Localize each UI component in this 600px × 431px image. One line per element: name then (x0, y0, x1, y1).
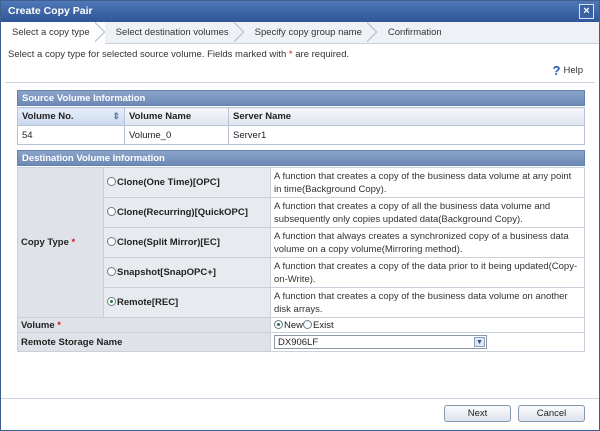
option-description: A function that always creates a synchro… (270, 227, 585, 258)
option-remote[interactable]: Remote[REC] (103, 287, 271, 318)
chevron-right-icon (367, 22, 377, 44)
remote-storage-select[interactable]: DX906LF ▼ (274, 335, 487, 349)
remote-storage-label: Remote Storage Name (17, 332, 271, 352)
destination-section-header: Destination Volume Information (17, 150, 585, 166)
step-label: Select destination volumes (115, 27, 229, 38)
cancel-button[interactable]: Cancel (518, 405, 585, 422)
label-text: Copy Type (21, 237, 69, 248)
instruction-text: Select a copy type for selected source v… (8, 49, 349, 60)
option-label: Clone(Split Mirror)[EC] (117, 237, 220, 248)
step-label: Confirmation (387, 27, 442, 38)
sort-icon: ⇕ (112, 111, 120, 121)
required-star: * (71, 237, 76, 248)
source-section-header: Source Volume Information (17, 90, 585, 106)
chevron-down-icon[interactable]: ▼ (474, 337, 485, 347)
volume-exist-option[interactable]: Exist (303, 319, 334, 331)
radio-icon[interactable] (107, 237, 116, 246)
option-label: Clone(Recurring)[QuickOPC] (117, 207, 248, 218)
help-label: Help (563, 65, 583, 76)
required-star: * (57, 319, 61, 331)
option-label: New (284, 319, 304, 331)
next-button[interactable]: Next (444, 405, 511, 422)
dialog-titlebar: Create Copy Pair × (1, 1, 599, 22)
column-volume-no[interactable]: Volume No. ⇕ (17, 107, 125, 126)
instruction-part1: Select a copy type for selected source v… (8, 49, 287, 60)
option-description: A function that creates a copy of the bu… (270, 167, 585, 198)
step-label: Specify copy group name (254, 27, 362, 38)
copy-type-row: Remote[REC] A function that creates a co… (18, 287, 585, 318)
table-row[interactable]: 54 Volume_0 Server1 (17, 125, 585, 145)
destination-volume-table: Copy Type * Clone(One Time)[OPC] A funct… (17, 167, 585, 352)
step-specify-copy-group-name: Specify copy group name (244, 22, 377, 44)
help-link[interactable]: ? Help (553, 63, 584, 78)
cell-volume-no: 54 (17, 125, 125, 145)
help-icon: ? (552, 63, 561, 78)
close-icon[interactable]: × (579, 4, 594, 19)
option-clone-recurring[interactable]: Clone(Recurring)[QuickOPC] (103, 197, 271, 228)
option-label: Exist (313, 319, 334, 331)
step-select-copy-type: Select a copy type (1, 22, 105, 44)
copy-type-row: Copy Type * Clone(One Time)[OPC] A funct… (17, 167, 585, 318)
dialog-title: Create Copy Pair (8, 5, 93, 17)
option-snapshot[interactable]: Snapshot[SnapOPC+] (103, 257, 271, 288)
volume-new-option[interactable]: New (274, 319, 304, 331)
table-header-row: Volume No. ⇕ Volume Name Server Name (17, 107, 585, 126)
option-label: Clone(One Time)[OPC] (117, 177, 220, 188)
copy-type-row: Clone(Split Mirror)[EC] A function that … (18, 227, 585, 258)
option-clone-split-mirror[interactable]: Clone(Split Mirror)[EC] (103, 227, 271, 258)
option-description: A function that creates a copy of the bu… (270, 287, 585, 318)
volume-options: New Exist (270, 317, 585, 333)
option-description: A function that creates a copy of the da… (270, 257, 585, 288)
step-confirmation: Confirmation (377, 22, 457, 44)
required-star: * (288, 49, 293, 60)
label-text: Volume (21, 319, 55, 331)
chevron-right-icon (95, 22, 105, 44)
wizard-steps: Select a copy type Select destination vo… (1, 22, 599, 44)
radio-selected-icon[interactable] (274, 319, 283, 329)
column-server-name[interactable]: Server Name (228, 107, 585, 126)
copy-type-row: Clone(Recurring)[QuickOPC] A function th… (18, 197, 585, 228)
column-volume-name[interactable]: Volume Name (124, 107, 229, 126)
option-label: Snapshot[SnapOPC+] (117, 267, 216, 278)
create-copy-pair-dialog: Create Copy Pair × Select a copy type Se… (0, 0, 600, 431)
volume-row: Volume * New Exist (17, 317, 585, 333)
instruction-part2: are required. (295, 49, 350, 60)
copy-type-label: Copy Type * (17, 167, 104, 318)
remote-storage-row: Remote Storage Name DX906LF ▼ (17, 332, 585, 352)
divider (5, 82, 595, 83)
remote-storage-cell: DX906LF ▼ (270, 332, 585, 352)
copy-type-row: Snapshot[SnapOPC+] A function that creat… (18, 257, 585, 288)
footer-divider (1, 398, 599, 399)
cell-volume-name: Volume_0 (124, 125, 229, 145)
radio-icon[interactable] (107, 177, 116, 186)
volume-label: Volume * (17, 317, 271, 333)
option-description: A function that creates a copy of all th… (270, 197, 585, 228)
option-clone-one-time[interactable]: Clone(One Time)[OPC] (103, 167, 271, 198)
radio-selected-icon[interactable] (107, 297, 116, 306)
radio-icon[interactable] (107, 267, 116, 276)
select-value: DX906LF (278, 337, 319, 348)
step-select-destination-volumes: Select destination volumes (105, 22, 244, 44)
chevron-right-icon (234, 22, 244, 44)
radio-icon[interactable] (303, 319, 313, 329)
source-volume-table: Volume No. ⇕ Volume Name Server Name 54 V… (17, 107, 585, 145)
step-label: Select a copy type (12, 27, 90, 38)
radio-icon[interactable] (107, 207, 116, 216)
cell-server-name: Server1 (228, 125, 585, 145)
option-label: Remote[REC] (117, 297, 179, 308)
column-label: Volume No. (22, 111, 74, 122)
